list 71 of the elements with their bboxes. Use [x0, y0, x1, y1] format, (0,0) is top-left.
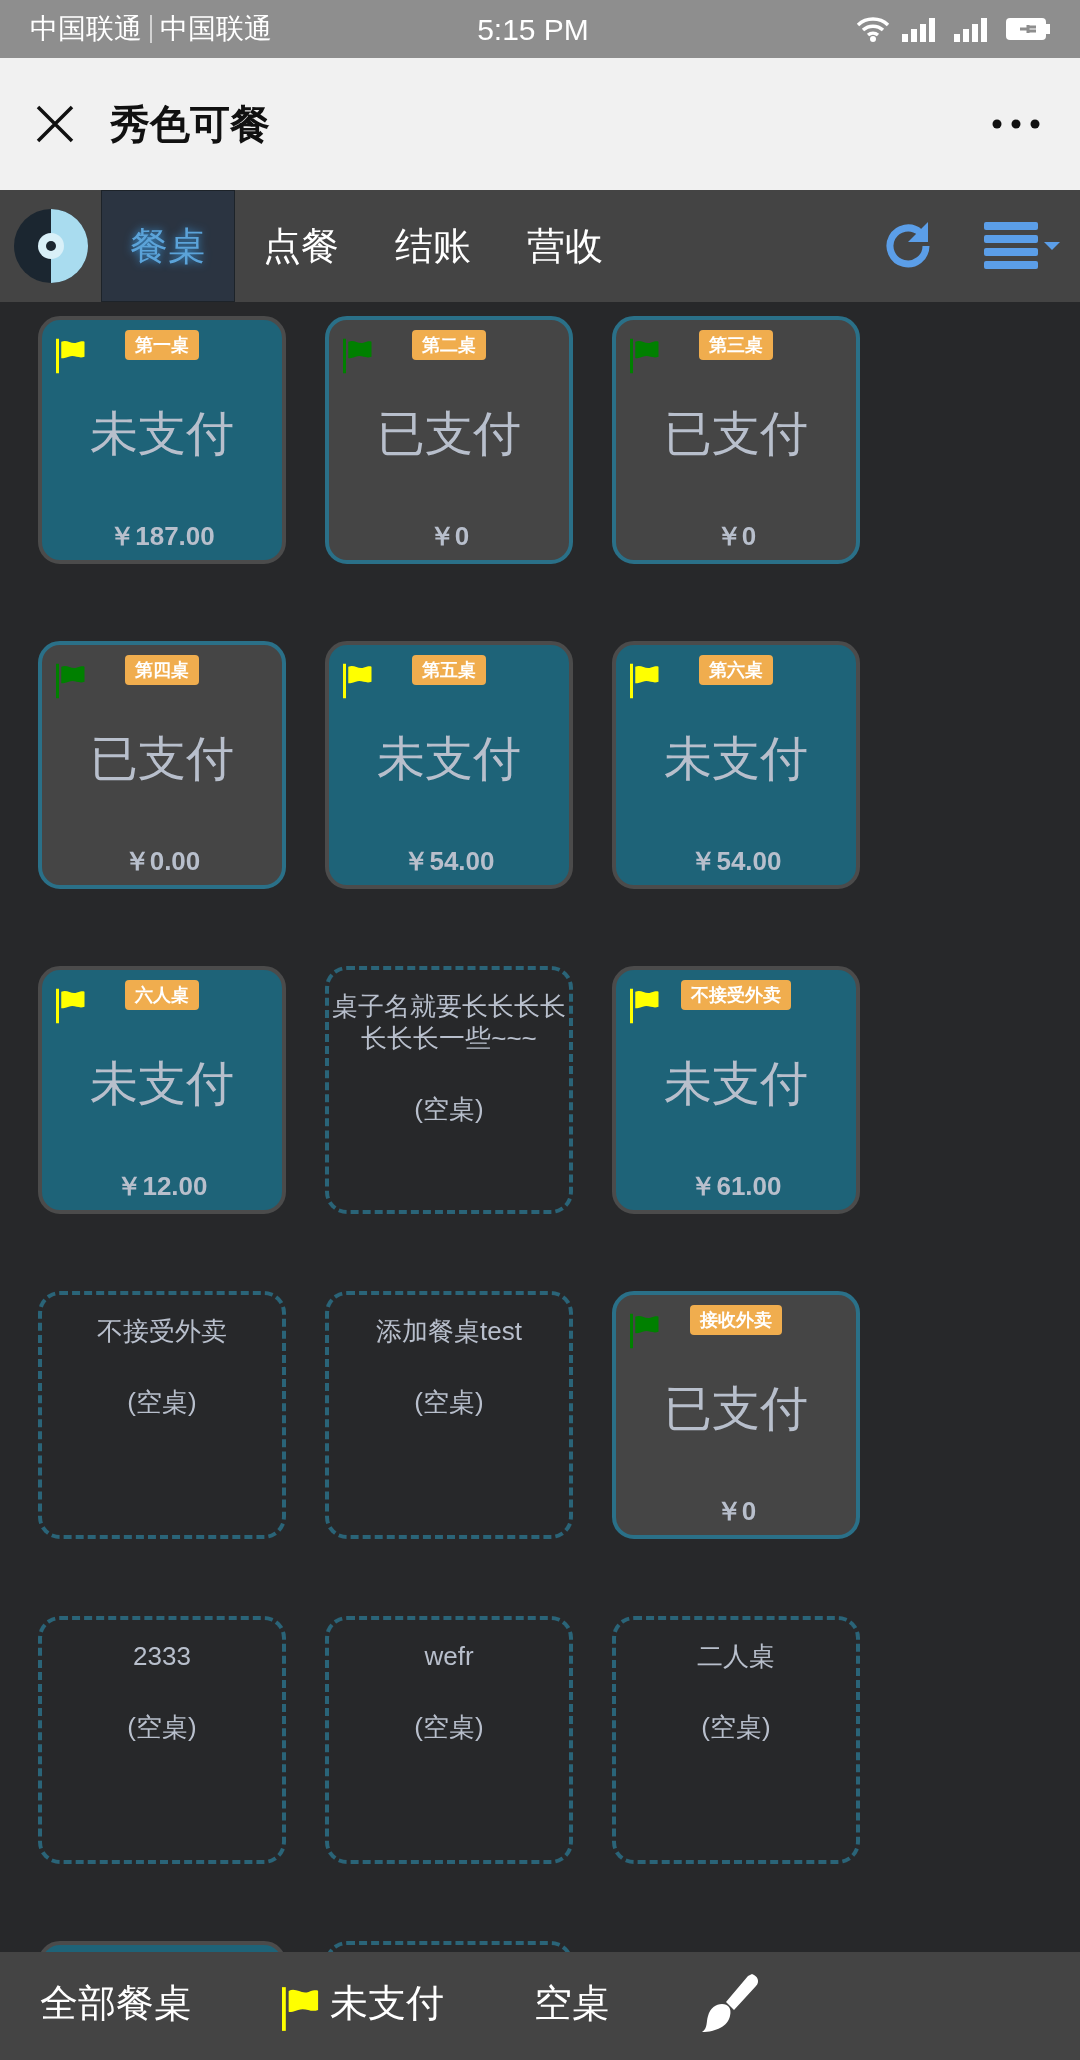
table-card[interactable]: 不接受外卖 未支付 ￥61.00	[612, 966, 860, 1214]
table-status: (空桌)	[414, 1711, 484, 1744]
table-card[interactable]: 添加餐桌test (空桌)	[325, 1291, 573, 1539]
table-card[interactable]: 六人桌 未支付 ￥12.00	[38, 966, 286, 1214]
table-name-tag: 六人桌	[125, 980, 199, 1010]
table-status: 未支付	[664, 1056, 808, 1112]
table-name-tag: 第四桌	[125, 655, 199, 685]
table-status: (空桌)	[127, 1711, 197, 1744]
nav-tab[interactable]: 点餐	[235, 190, 367, 302]
table-card[interactable]: 2333 (空桌)	[38, 1616, 286, 1864]
table-name-tag: 第三桌	[699, 330, 773, 360]
table-status: (空桌)	[701, 1711, 771, 1744]
table-name-tag: 第五桌	[412, 655, 486, 685]
table-card[interactable]: 第六桌 未支付 ￥54.00	[612, 641, 860, 889]
table-status: 已支付	[90, 731, 234, 787]
table-amount: ￥0	[428, 520, 470, 553]
page-title: 秀色可餐	[110, 101, 271, 148]
table-card[interactable]: 第一桌 未支付 ￥187.00	[38, 316, 286, 564]
table-card[interactable]: 第三桌 已支付 ￥0	[612, 316, 860, 564]
table-status: (空桌)	[414, 1093, 484, 1126]
filter-tab[interactable]: 全部餐桌	[40, 1974, 192, 2032]
carrier-name: 中国联通	[160, 12, 272, 46]
disc-logo-icon[interactable]	[13, 208, 89, 284]
table-name: 二人桌	[697, 1640, 775, 1672]
table-amount: ￥54.00	[403, 845, 495, 878]
close-icon[interactable]	[35, 104, 75, 144]
table-status: 已支付	[664, 406, 808, 462]
table-amount: ￥0.00	[123, 845, 201, 878]
table-status: 未支付	[664, 731, 808, 787]
carrier-name: 中国联通	[30, 12, 142, 46]
table-card[interactable]: 第四桌 已支付 ￥0.00	[38, 641, 286, 889]
table-amount: ￥187.00	[109, 520, 215, 553]
table-amount: ￥0	[715, 520, 757, 553]
table-status: 未支付	[377, 731, 521, 787]
filter-tab[interactable]: 未支付	[282, 1974, 444, 2032]
more-icon[interactable]	[992, 119, 1040, 129]
table-name-tag: 不接受外卖	[681, 980, 791, 1010]
table-name: 2333	[133, 1640, 191, 1672]
table-name-tag: 第六桌	[699, 655, 773, 685]
table-amount: ￥54.00	[690, 845, 782, 878]
table-status: 未支付	[90, 1056, 234, 1112]
table-card[interactable]: 接收外卖 已支付 ￥0	[612, 1291, 860, 1539]
table-card[interactable]: wefr (空桌)	[325, 1616, 573, 1864]
table-status: 已支付	[377, 406, 521, 462]
table-card[interactable]: 第五桌 未支付 ￥54.00	[325, 641, 573, 889]
table-name-tag: 第二桌	[412, 330, 486, 360]
table-status: (空桌)	[127, 1386, 197, 1419]
nav-tab[interactable]: 餐桌	[101, 190, 235, 302]
table-status: 未支付	[90, 406, 234, 462]
table-name: wefr	[424, 1640, 474, 1672]
menu-icon[interactable]	[984, 222, 1062, 270]
table-name-tag: 第一桌	[125, 330, 199, 360]
table-amount: ￥0	[715, 1495, 757, 1528]
table-card[interactable]: 不接受外卖 (空桌)	[38, 1291, 286, 1539]
status-time: 5:15 PM	[476, 11, 590, 48]
table-card[interactable]: 二人桌 (空桌)	[612, 1616, 860, 1864]
table-name-tag: 接收外卖	[690, 1305, 782, 1335]
table-name: 不接受外卖	[97, 1315, 227, 1347]
table-amount: ￥61.00	[690, 1170, 782, 1203]
table-status: (空桌)	[414, 1386, 484, 1419]
table-name: 桌子名就要长长长长长长长一些~~~	[331, 990, 567, 1054]
table-status: 已支付	[664, 1381, 808, 1437]
nav-tab[interactable]: 结账	[367, 190, 499, 302]
table-name: 添加餐桌test	[376, 1315, 522, 1347]
table-card[interactable]: 桌子名就要长长长长长长长一些~~~ (空桌)	[325, 966, 573, 1214]
nav-tab[interactable]: 营收	[499, 190, 631, 302]
table-card[interactable]: 第二桌 已支付 ￥0	[325, 316, 573, 564]
battery-icon	[1006, 16, 1050, 42]
filter-tab[interactable]: 空桌	[534, 1974, 610, 2032]
wifi-icon	[856, 16, 890, 42]
table-amount: ￥12.00	[116, 1170, 208, 1203]
